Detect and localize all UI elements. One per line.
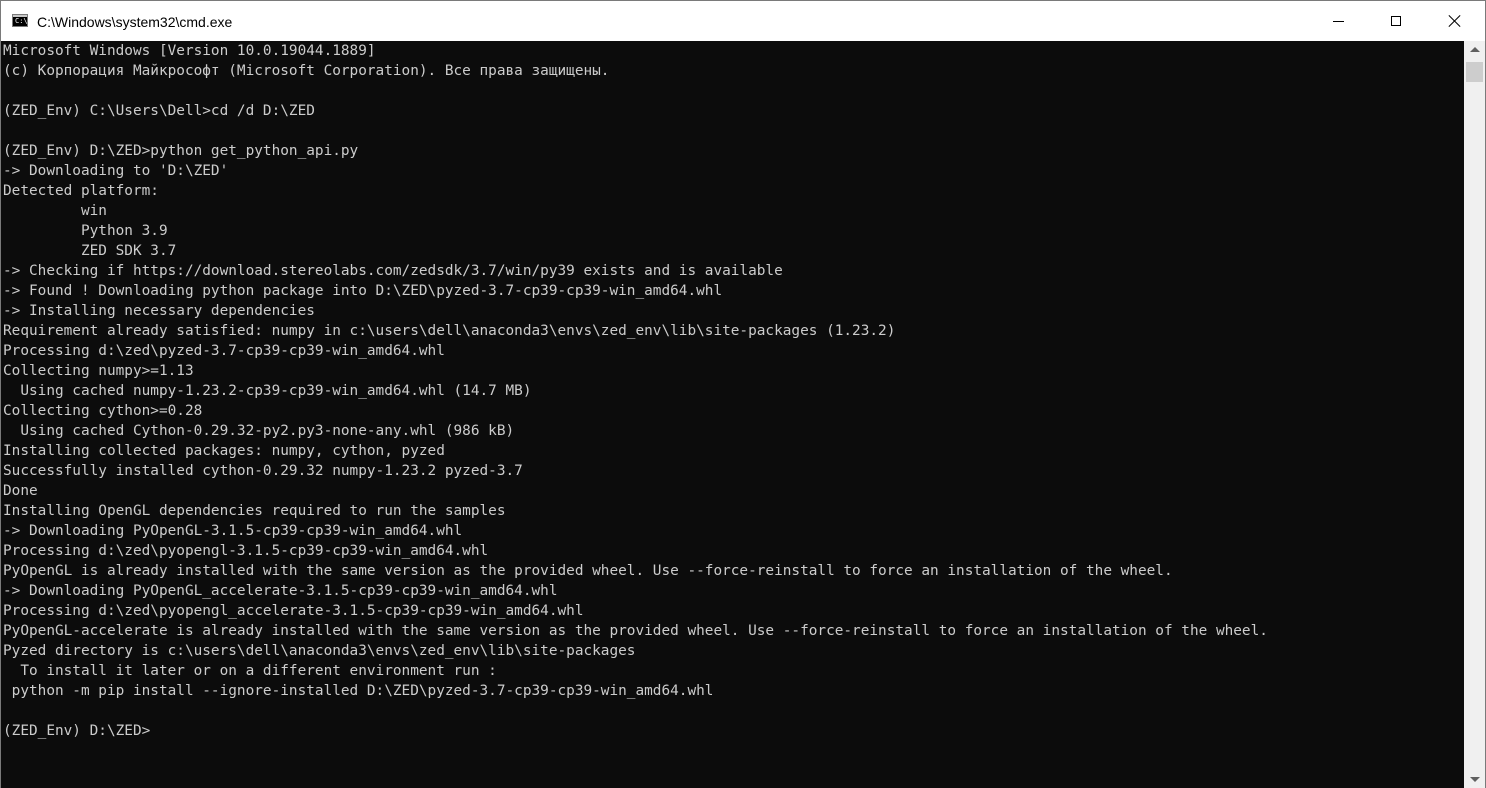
console-line: Microsoft Windows [Version 10.0.19044.18… bbox=[3, 43, 376, 59]
console-line: Done bbox=[3, 483, 38, 499]
maximize-icon bbox=[1391, 16, 1401, 26]
console-line: -> Downloading to 'D:\ZED' bbox=[3, 163, 229, 179]
console-line: (c) Корпорация Майкрософт (Microsoft Cor… bbox=[3, 63, 610, 79]
console-line: -> Checking if https://download.stereola… bbox=[3, 263, 783, 279]
scrollbar-thumb[interactable] bbox=[1466, 62, 1483, 82]
console-line: Requirement already satisfied: numpy in … bbox=[3, 323, 896, 339]
close-button[interactable] bbox=[1426, 1, 1484, 41]
console-line: Using cached Cython-0.29.32-py2.py3-none… bbox=[3, 423, 515, 439]
console-line: -> Downloading PyOpenGL-3.1.5-cp39-cp39-… bbox=[3, 523, 463, 539]
console-line: Detected platform: bbox=[3, 183, 159, 199]
console-text: Microsoft Windows [Version 10.0.19044.18… bbox=[3, 41, 1268, 741]
console-line: ZED SDK 3.7 bbox=[3, 243, 177, 259]
cmd-icon-glyph: C:\ bbox=[15, 17, 28, 25]
console-line: Collecting numpy>=1.13 bbox=[3, 363, 194, 379]
vertical-scrollbar[interactable] bbox=[1464, 41, 1485, 788]
console-line: Using cached numpy-1.23.2-cp39-cp39-win_… bbox=[3, 383, 532, 399]
console-line: Installing OpenGL dependencies required … bbox=[3, 503, 506, 519]
window-title: C:\Windows\system32\cmd.exe bbox=[37, 14, 233, 30]
console-line: Python 3.9 bbox=[3, 223, 168, 239]
maximize-button[interactable] bbox=[1367, 1, 1425, 41]
console-line: Processing d:\zed\pyzed-3.7-cp39-cp39-wi… bbox=[3, 343, 445, 359]
console-line: (ZED_Env) C:\Users\Dell>cd /d D:\ZED bbox=[3, 103, 315, 119]
title-bar[interactable]: C:\ C:\Windows\system32\cmd.exe bbox=[1, 1, 1485, 41]
minimize-icon bbox=[1332, 20, 1344, 22]
cmd-window: C:\ C:\Windows\system32\cmd.exe Microsof… bbox=[0, 0, 1486, 788]
console-line: -> Found ! Downloading python package in… bbox=[3, 283, 723, 299]
scroll-up-arrow-icon bbox=[1469, 47, 1480, 52]
console-line: PyOpenGL-accelerate is already installed… bbox=[3, 623, 1268, 639]
scroll-down-arrow-icon bbox=[1469, 777, 1480, 782]
console-line: -> Installing necessary dependencies bbox=[3, 303, 315, 319]
minimize-button[interactable] bbox=[1309, 1, 1367, 41]
scroll-down-button[interactable] bbox=[1464, 771, 1485, 788]
console-line: To install it later or on a different en… bbox=[3, 663, 497, 679]
console-line: Successfully installed cython-0.29.32 nu… bbox=[3, 463, 523, 479]
console-line: Installing collected packages: numpy, cy… bbox=[3, 443, 445, 459]
console-line: Collecting cython>=0.28 bbox=[3, 403, 203, 419]
console-line: PyOpenGL is already installed with the s… bbox=[3, 563, 1173, 579]
close-icon bbox=[1448, 14, 1462, 28]
console-line: Pyzed directory is c:\users\dell\anacond… bbox=[3, 643, 636, 659]
console-line: -> Downloading PyOpenGL_accelerate-3.1.5… bbox=[3, 583, 558, 599]
console-line: python -m pip install --ignore-installed… bbox=[3, 683, 714, 699]
console-line: (ZED_Env) D:\ZED>python get_python_api.p… bbox=[3, 143, 359, 159]
console-output[interactable]: Microsoft Windows [Version 10.0.19044.18… bbox=[1, 41, 1464, 788]
console-line: Processing d:\zed\pyopengl-3.1.5-cp39-cp… bbox=[3, 543, 489, 559]
scroll-up-button[interactable] bbox=[1464, 41, 1485, 58]
console-line: win bbox=[3, 203, 107, 219]
console-line: (ZED_Env) D:\ZED> bbox=[3, 723, 151, 739]
console-line: Processing d:\zed\pyopengl_accelerate-3.… bbox=[3, 603, 584, 619]
cmd-icon[interactable]: C:\ bbox=[12, 14, 28, 27]
